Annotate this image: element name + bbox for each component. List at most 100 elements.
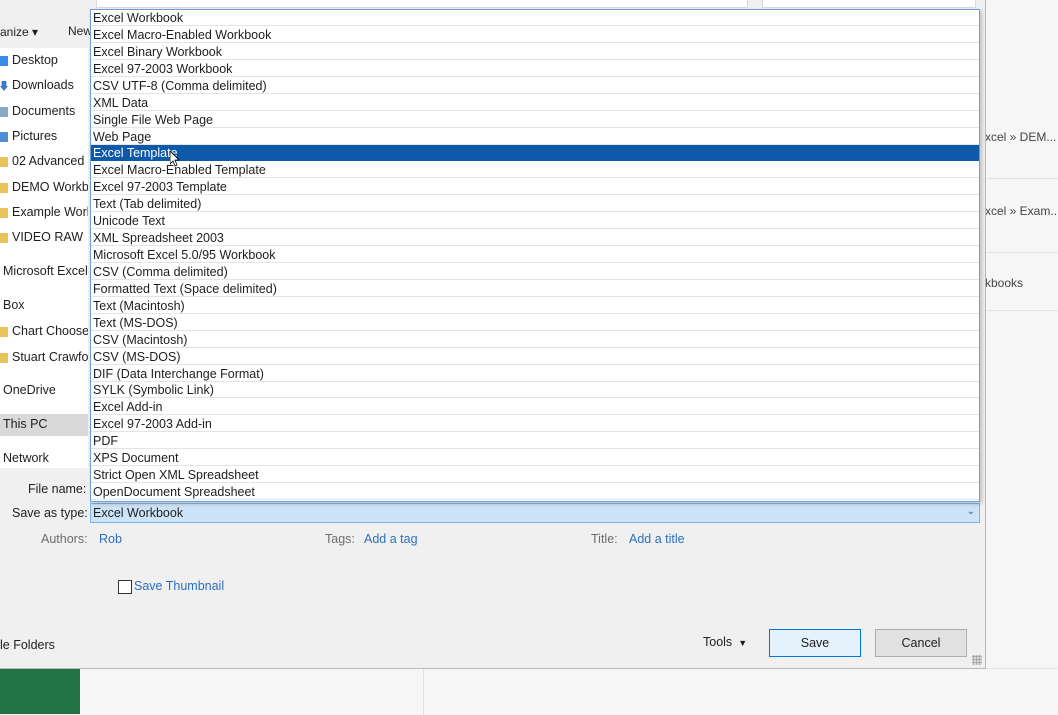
dropdown-option[interactable]: CSV UTF-8 (Comma delimited): [91, 78, 979, 94]
nav-item-label: Pictures: [12, 129, 58, 143]
nav-item[interactable]: 02 Advanced: [0, 151, 88, 173]
divider: [985, 310, 1058, 311]
dropdown-option[interactable]: Web Page: [91, 129, 979, 145]
save-as-type-label: Save as type:: [12, 506, 88, 520]
dropdown-option[interactable]: Strict Open XML Spreadsheet: [91, 467, 979, 484]
organize-button[interactable]: anize ▾: [0, 25, 38, 39]
folder-icon: [0, 233, 8, 243]
nav-item-label: Downloads: [12, 78, 74, 92]
title-field[interactable]: Add a title: [629, 532, 685, 546]
tools-menu[interactable]: Tools ▼: [703, 635, 747, 649]
background-breadcrumb: xcel » Exam...: [985, 204, 1058, 218]
folder-icon: [0, 208, 8, 218]
nav-item[interactable]: Chart Chooser: [0, 321, 88, 343]
dropdown-option[interactable]: Microsoft Excel 5.0/95 Workbook: [91, 247, 979, 264]
desktop-icon: [0, 56, 8, 66]
nav-item-label: This PC: [3, 417, 48, 431]
dropdown-option[interactable]: OpenDocument Spreadsheet: [91, 484, 979, 501]
nav-item[interactable]: VIDEO RAW: [0, 227, 88, 249]
background-window: xcel » DEM... xcel » Exam... kbooks: [985, 0, 1058, 714]
divider: [985, 252, 1058, 253]
dropdown-option[interactable]: Text (MS-DOS): [91, 315, 979, 331]
nav-item[interactable]: Microsoft Excel: [0, 261, 88, 283]
dropdown-option[interactable]: Excel Macro-Enabled Template: [91, 162, 979, 179]
save-button[interactable]: Save: [769, 629, 861, 657]
dropdown-option[interactable]: Excel Macro-Enabled Workbook: [91, 27, 979, 43]
dropdown-option[interactable]: Formatted Text (Space delimited): [91, 281, 979, 297]
dropdown-option[interactable]: XML Data: [91, 95, 979, 111]
nav-item[interactable]: Stuart Crawfor: [0, 347, 88, 369]
dropdown-option[interactable]: Excel Template: [91, 145, 979, 162]
dropdown-option[interactable]: Excel Workbook: [91, 10, 979, 26]
divider: [423, 669, 424, 715]
nav-item-label: Chart Chooser: [12, 324, 88, 338]
dropdown-option[interactable]: Text (Tab delimited): [91, 196, 979, 213]
dropdown-option[interactable]: Text (Macintosh): [91, 298, 979, 314]
nav-item-label: Documents: [12, 104, 76, 118]
folder-icon: [0, 327, 8, 337]
tags-label: Tags:: [325, 532, 355, 546]
save-thumbnail-checkbox[interactable]: [118, 580, 132, 594]
hide-folders-toggle[interactable]: le Folders: [0, 638, 55, 652]
resize-grip-icon[interactable]: [972, 655, 982, 665]
background-breadcrumb: kbooks: [985, 276, 1024, 290]
nav-item-label: Box: [3, 298, 25, 312]
pictures-icon: [0, 132, 8, 142]
file-name-label: File name:: [28, 482, 87, 496]
folder-icon: [0, 183, 8, 193]
nav-item[interactable]: Pictures: [0, 126, 88, 148]
dropdown-option[interactable]: XPS Document: [91, 450, 979, 467]
excel-backstage-strip: [0, 668, 80, 714]
dropdown-option[interactable]: Excel 97-2003 Add-in: [91, 416, 979, 433]
dropdown-option[interactable]: CSV (Comma delimited): [91, 264, 979, 280]
nav-item-label: Microsoft Excel: [3, 264, 88, 278]
dropdown-option[interactable]: PDF: [91, 433, 979, 450]
folder-icon: [0, 353, 8, 363]
caret-down-icon: ▼: [738, 638, 748, 648]
nav-item[interactable]: DEMO Workbo: [0, 177, 88, 199]
background-bottom: [80, 668, 1058, 715]
nav-item-label: Network: [3, 451, 49, 465]
nav-item[interactable]: Desktop: [0, 50, 88, 72]
dropdown-option[interactable]: CSV (Macintosh): [91, 332, 979, 348]
dropdown-option[interactable]: Single File Web Page: [91, 112, 979, 128]
navigation-pane: Desktop Downloads Documents Pictures 02 Adva…: [0, 48, 88, 468]
dropdown-option[interactable]: SYLK (Symbolic Link): [91, 382, 979, 399]
save-as-type-dropdown-list: Excel Workbook Excel Macro-Enabled Workbo…: [90, 9, 980, 502]
nav-item-label: Example Work: [12, 205, 88, 219]
nav-item[interactable]: Downloads: [0, 75, 88, 97]
dropdown-option[interactable]: Excel Binary Workbook: [91, 44, 979, 60]
nav-item[interactable]: Network: [0, 448, 88, 468]
dropdown-option[interactable]: Excel 97-2003 Workbook: [91, 61, 979, 77]
save-as-type-value: Excel Workbook: [93, 506, 184, 520]
dropdown-option[interactable]: Excel Add-in: [91, 399, 979, 416]
search-input[interactable]: [762, 0, 976, 8]
authors-field[interactable]: Rob: [99, 532, 122, 546]
nav-item-label: 02 Advanced: [12, 154, 85, 168]
background-breadcrumb: xcel » DEM...: [985, 130, 1057, 144]
address-bar[interactable]: [96, 0, 748, 8]
dropdown-option[interactable]: XML Spreadsheet 2003: [91, 230, 979, 247]
nav-item-label: Desktop: [12, 53, 58, 67]
dropdown-option[interactable]: Excel 97-2003 Template: [91, 179, 979, 196]
nav-item-label: Stuart Crawfor: [12, 350, 88, 364]
nav-item[interactable]: OneDrive: [0, 380, 88, 402]
nav-item-label: OneDrive: [3, 383, 56, 397]
save-as-type-select[interactable]: Excel Workbook ⌄: [90, 503, 980, 523]
new-folder-button[interactable]: New: [68, 24, 92, 38]
nav-item-label: DEMO Workbo: [12, 180, 88, 194]
nav-item[interactable]: Box: [0, 295, 88, 317]
tools-label: Tools: [703, 635, 733, 649]
save-thumbnail-label[interactable]: Save Thumbnail: [134, 579, 224, 593]
nav-item[interactable]: Documents: [0, 101, 88, 123]
nav-item[interactable]: Example Work: [0, 202, 88, 224]
dropdown-option[interactable]: DIF (Data Interchange Format): [91, 366, 979, 382]
nav-item-label: VIDEO RAW: [12, 230, 84, 244]
nav-item[interactable]: This PC: [0, 414, 88, 436]
downloads-icon: [0, 81, 8, 91]
dropdown-option[interactable]: Unicode Text: [91, 213, 979, 230]
cancel-button[interactable]: Cancel: [875, 629, 967, 657]
dropdown-option[interactable]: CSV (MS-DOS): [91, 349, 979, 365]
chevron-down-icon[interactable]: ⌄: [967, 506, 975, 517]
tags-field[interactable]: Add a tag: [364, 532, 418, 546]
